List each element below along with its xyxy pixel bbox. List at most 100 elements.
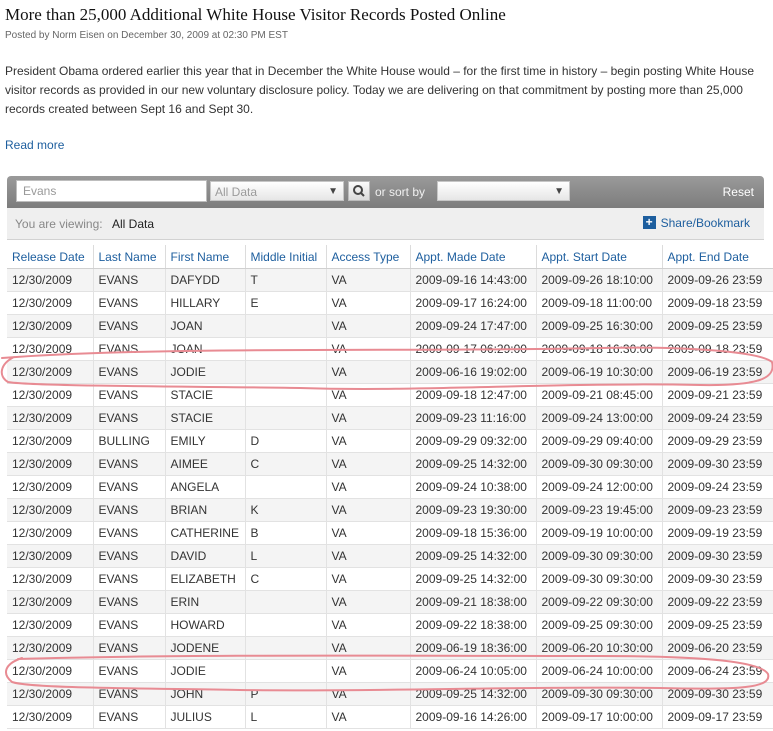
table-cell: VA — [326, 521, 411, 545]
search-input[interactable] — [16, 180, 207, 202]
sort-select[interactable]: ▼ — [437, 181, 570, 201]
table-row: 12/30/2009 EVANS JODIE VA 2009-06-24 10:05:0… — [7, 659, 773, 683]
table-cell — [245, 360, 327, 384]
table-cell: L — [245, 544, 327, 568]
table-cell: VA — [326, 475, 411, 499]
table-cell: P — [245, 682, 327, 706]
column-header[interactable]: Access Type — [326, 245, 411, 269]
table-cell: VA — [326, 567, 411, 591]
table-cell: 2009-09-29 09:40:00 — [536, 429, 663, 453]
table-cell: EVANS — [93, 475, 166, 499]
table-cell: 12/30/2009 — [7, 268, 94, 292]
table-cell: JODIE — [165, 659, 246, 683]
table-cell: 2009-09-30 09:30:00 — [536, 682, 663, 706]
reset-button[interactable]: Reset — [723, 185, 754, 199]
search-toolbar: All Data ▼ or sort by ▼ Reset — [7, 176, 764, 208]
table-cell: 12/30/2009 — [7, 659, 94, 683]
table-cell: 2009-09-24 12:00:00 — [536, 475, 663, 499]
table-cell: 2009-09-23 11:16:00 — [410, 406, 537, 430]
table-cell: JOAN — [165, 337, 246, 361]
table-cell: VA — [326, 682, 411, 706]
chevron-down-icon: ▼ — [328, 186, 338, 197]
table-cell: EVANS — [93, 268, 166, 292]
plus-icon: + — [642, 216, 656, 229]
read-more-link[interactable]: Read more — [5, 138, 64, 152]
table-cell: EVANS — [93, 590, 166, 614]
table-cell: 2009-09-21 23:59 — [662, 383, 773, 407]
table-cell: 2009-09-17 16:24:00 — [410, 291, 537, 315]
table-row: 12/30/2009 EVANS STACIE VA 2009-09-18 12:47:… — [7, 383, 773, 407]
table-cell: 2009-09-30 23:59 — [662, 544, 773, 568]
table-cell: EVANS — [93, 659, 166, 683]
table-cell: EVANS — [93, 291, 166, 315]
column-header[interactable]: Appt. Start Date — [536, 245, 663, 269]
table-cell: 2009-09-30 23:59 — [662, 682, 773, 706]
filter-select[interactable]: All Data ▼ — [210, 181, 344, 201]
table-cell — [245, 406, 327, 430]
table-cell: EVANS — [93, 613, 166, 637]
table-row: 12/30/2009 EVANS JODENE VA 2009-06-19 18:36:… — [7, 636, 773, 660]
table-cell: 2009-06-24 10:05:00 — [410, 659, 537, 683]
table-cell: ERIN — [165, 590, 246, 614]
table-cell — [245, 636, 327, 660]
table-cell: 2009-09-18 23:59 — [662, 337, 773, 361]
column-header[interactable]: First Name — [165, 245, 246, 269]
table-cell: 2009-06-20 23:59 — [662, 636, 773, 660]
table-cell: B — [245, 521, 327, 545]
table-row: 12/30/2009 EVANS AIMEE C VA 2009-09-25 14:32:… — [7, 452, 773, 476]
table-cell: 2009-09-16 14:43:00 — [410, 268, 537, 292]
table-cell: K — [245, 498, 327, 522]
table-cell: 12/30/2009 — [7, 452, 94, 476]
table-cell: 12/30/2009 — [7, 337, 94, 361]
table-cell: 2009-09-26 23:59 — [662, 268, 773, 292]
table-cell: 12/30/2009 — [7, 475, 94, 499]
table-cell — [245, 659, 327, 683]
table-row: 12/30/2009 EVANS ANGELA VA 2009-09-24 10:38:… — [7, 475, 773, 499]
table-cell: JOHN — [165, 682, 246, 706]
table-cell: VA — [326, 360, 411, 384]
column-header[interactable]: Appt. End Date — [662, 245, 773, 269]
table-cell: 2009-09-23 19:45:00 — [536, 498, 663, 522]
table-cell: 2009-09-30 09:30:00 — [536, 452, 663, 476]
share-bookmark-link[interactable]: + Share/Bookmark — [642, 216, 750, 230]
column-header[interactable]: Last Name — [93, 245, 166, 269]
table-row: 12/30/2009 EVANS ERIN VA 2009-09-21 18:38:00… — [7, 590, 773, 614]
table-cell: 12/30/2009 — [7, 613, 94, 637]
table-cell: 2009-09-26 18:10:00 — [536, 268, 663, 292]
table-cell: 12/30/2009 — [7, 544, 94, 568]
table-row: 12/30/2009 EVANS STACIE VA 2009-09-23 11:16:… — [7, 406, 773, 430]
table-cell: 12/30/2009 — [7, 314, 94, 338]
search-button[interactable] — [348, 181, 370, 201]
table-cell: VA — [326, 337, 411, 361]
table-cell: 12/30/2009 — [7, 429, 94, 453]
table-cell: 12/30/2009 — [7, 705, 94, 729]
table-cell: 2009-09-25 14:32:00 — [410, 544, 537, 568]
table-row: 12/30/2009 EVANS CATHERINE B VA 2009-09-18 15… — [7, 521, 773, 545]
table-row: 12/30/2009 EVANS JOAN VA 2009-09-17 06:29:00… — [7, 337, 773, 361]
table-body: 12/30/2009 EVANS DAFYDD T VA 2009-09-16 14:43… — [7, 268, 773, 729]
table-cell: 2009-09-22 23:59 — [662, 590, 773, 614]
table-cell: VA — [326, 613, 411, 637]
byline: Posted by Norm Eisen on December 30, 200… — [5, 30, 288, 41]
table-cell: EMILY — [165, 429, 246, 453]
table-cell: C — [245, 567, 327, 591]
table-cell: 12/30/2009 — [7, 682, 94, 706]
table-cell — [245, 314, 327, 338]
table-cell: 2009-06-20 10:30:00 — [536, 636, 663, 660]
table-cell: HILLARY — [165, 291, 246, 315]
table-cell: 2009-06-16 19:02:00 — [410, 360, 537, 384]
table-cell: JODIE — [165, 360, 246, 384]
table-cell: HOWARD — [165, 613, 246, 637]
table-cell: 2009-09-18 15:36:00 — [410, 521, 537, 545]
column-header[interactable]: Middle Initial — [245, 245, 327, 269]
table-cell: VA — [326, 429, 411, 453]
table-cell: EVANS — [93, 521, 166, 545]
table-row: 12/30/2009 EVANS DAFYDD T VA 2009-09-16 14:43… — [7, 268, 773, 292]
table-cell: 12/30/2009 — [7, 406, 94, 430]
table-cell: EVANS — [93, 452, 166, 476]
table-cell: 2009-09-25 23:59 — [662, 613, 773, 637]
column-header[interactable]: Appt. Made Date — [410, 245, 537, 269]
table-cell: 2009-09-25 09:30:00 — [536, 613, 663, 637]
table-cell: T — [245, 268, 327, 292]
column-header[interactable]: Release Date — [7, 245, 94, 269]
